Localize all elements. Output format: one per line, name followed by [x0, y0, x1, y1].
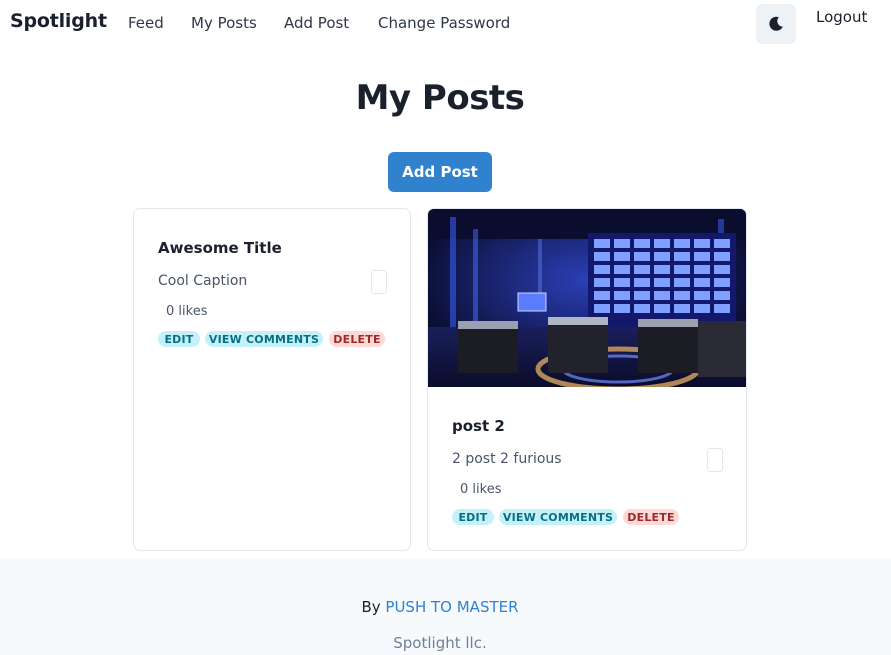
- navbar: Spotlight Feed My Posts Add Post Change …: [0, 0, 891, 50]
- add-post-button[interactable]: Add Post: [388, 152, 492, 192]
- edit-button[interactable]: EDIT: [158, 331, 200, 347]
- footer: By PUSH TO MASTER Spotlight llc.: [0, 559, 891, 655]
- post-card: post 2 2 post 2 furious 0 likes EDIT VIE…: [427, 208, 747, 551]
- footer-by-prefix: By: [361, 598, 381, 616]
- nav-link-change-password[interactable]: Change Password: [378, 14, 510, 32]
- nav-link-feed[interactable]: Feed: [128, 14, 164, 32]
- footer-copyright: Spotlight llc.: [393, 634, 487, 652]
- logout-link[interactable]: Logout: [816, 8, 867, 26]
- delete-button[interactable]: DELETE: [623, 509, 679, 525]
- post-card: Awesome Title Cool Caption 0 likes EDIT …: [133, 208, 411, 551]
- footer-credit: By PUSH TO MASTER: [0, 598, 880, 616]
- like-button[interactable]: [707, 448, 723, 472]
- moon-icon: [769, 16, 783, 31]
- footer-author-link[interactable]: PUSH TO MASTER: [385, 598, 518, 616]
- likes-count: 0 likes: [460, 482, 502, 497]
- post-image[interactable]: [428, 209, 746, 387]
- post-title: Awesome Title: [158, 239, 282, 257]
- post-caption: 2 post 2 furious: [452, 451, 562, 467]
- brand-logo[interactable]: Spotlight: [10, 10, 107, 32]
- like-button[interactable]: [371, 270, 387, 294]
- delete-button[interactable]: DELETE: [329, 331, 385, 347]
- likes-count: 0 likes: [166, 304, 208, 319]
- view-comments-button[interactable]: VIEW COMMENTS: [205, 331, 323, 347]
- page-title: My Posts: [355, 78, 525, 118]
- post-caption: Cool Caption: [158, 273, 248, 289]
- theme-toggle-button[interactable]: [756, 4, 796, 44]
- edit-button[interactable]: EDIT: [452, 509, 494, 525]
- view-comments-button[interactable]: VIEW COMMENTS: [499, 509, 617, 525]
- nav-link-my-posts[interactable]: My Posts: [191, 14, 257, 32]
- nav-link-add-post[interactable]: Add Post: [284, 14, 349, 32]
- post-title: post 2: [452, 417, 505, 435]
